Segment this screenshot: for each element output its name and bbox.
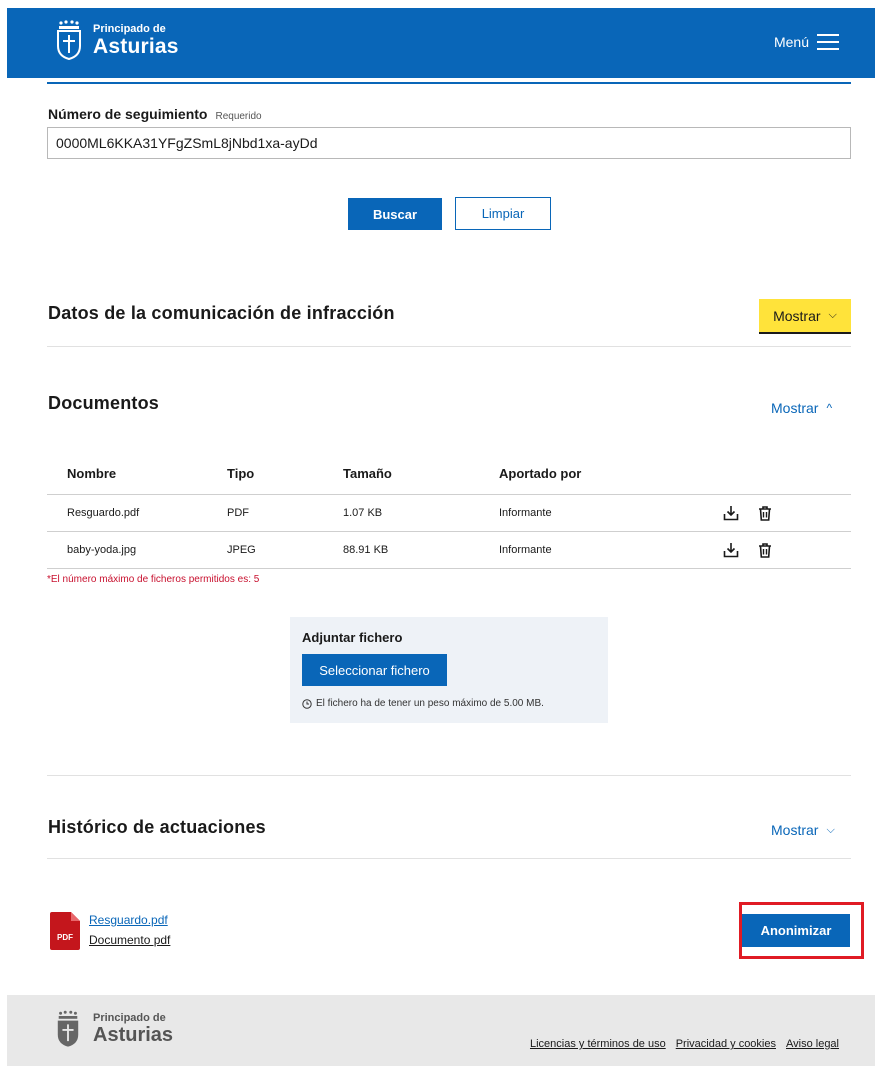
- download-icon[interactable]: [723, 542, 739, 558]
- anonimizar-button[interactable]: Anonimizar: [742, 914, 850, 947]
- header-logo[interactable]: Principado de Asturias: [55, 20, 179, 60]
- buscar-button[interactable]: Buscar: [348, 198, 442, 230]
- cell-tipo: JPEG: [227, 531, 343, 569]
- menu-label: Menú: [773, 34, 809, 50]
- hamburger-icon: [817, 34, 839, 50]
- footer-link-licencias[interactable]: Licencias y términos de uso: [530, 1038, 666, 1050]
- header-divider: [47, 82, 851, 84]
- documentos-show-toggle[interactable]: Mostrar ^: [771, 400, 832, 416]
- tracking-number-input[interactable]: [47, 127, 851, 159]
- footer-link-aviso[interactable]: Aviso legal: [786, 1038, 839, 1050]
- historico-toggle-label: Mostrar: [771, 822, 819, 838]
- pdf-badge: PDF: [57, 933, 73, 942]
- table-header-row: Nombre Tipo Tamaño Aportado por: [47, 454, 851, 495]
- cell-tamano: 1.07 KB: [343, 494, 499, 532]
- page: Principado de Asturias Menú Número de se…: [7, 8, 875, 1066]
- footer-logo[interactable]: Principado de Asturias: [55, 1010, 173, 1048]
- upload-title: Adjuntar fichero: [302, 630, 403, 645]
- upload-panel: Adjuntar fichero Seleccionar fichero El …: [290, 617, 608, 723]
- tracking-label: Número de seguimiento: [48, 106, 208, 122]
- logo-small-text: Principado de: [93, 22, 166, 35]
- table-row: baby-yoda.jpg JPEG 88.91 KB Informante: [47, 531, 851, 569]
- section-divider: [47, 858, 851, 859]
- footer-links: Licencias y términos de uso Privacidad y…: [520, 1038, 839, 1050]
- cell-nombre: Resguardo.pdf: [47, 494, 227, 532]
- historico-show-toggle[interactable]: Mostrar ⌵: [771, 822, 835, 838]
- section-divider: [47, 346, 851, 347]
- logo-big-text: Asturias: [93, 34, 179, 58]
- documento-link[interactable]: Documento pdf: [89, 933, 170, 947]
- cell-aportado: Informante: [499, 531, 705, 569]
- site-footer: Principado de Asturias Licencias y térmi…: [7, 995, 875, 1066]
- documentos-toggle-label: Mostrar: [771, 400, 819, 416]
- footer-link-privacidad[interactable]: Privacidad y cookies: [676, 1038, 776, 1050]
- column-header-aportado: Aportado por: [499, 454, 705, 495]
- chevron-down-icon: ⌵: [828, 309, 837, 321]
- site-header: Principado de Asturias Menú: [7, 8, 875, 78]
- limpiar-button[interactable]: Limpiar: [455, 197, 551, 230]
- column-header-tipo: Tipo: [227, 454, 343, 495]
- resguardo-link[interactable]: Resguardo.pdf: [89, 913, 168, 927]
- required-label: Requerido: [215, 111, 262, 122]
- infraccion-section-title: Datos de la comunicación de infracción: [48, 303, 395, 323]
- asturias-crest-icon: [57, 1010, 79, 1047]
- documents-table: Nombre Tipo Tamaño Aportado por Resguard…: [47, 454, 851, 569]
- asturias-crest-icon: [57, 20, 81, 60]
- cell-nombre: baby-yoda.jpg: [47, 531, 227, 569]
- infraccion-show-toggle[interactable]: Mostrar ⌵: [759, 299, 851, 334]
- chevron-down-icon: ⌵: [826, 823, 835, 836]
- trash-icon[interactable]: [757, 542, 773, 558]
- upload-hint: El fichero ha de tener un peso máximo de…: [302, 698, 544, 709]
- section-divider: [47, 775, 851, 776]
- select-file-button[interactable]: Seleccionar fichero: [302, 654, 447, 686]
- clock-icon: [302, 698, 312, 709]
- trash-icon[interactable]: [757, 505, 773, 521]
- infraccion-toggle-label: Mostrar: [773, 307, 821, 324]
- cell-tipo: PDF: [227, 494, 343, 532]
- chevron-up-icon: ^: [826, 401, 833, 415]
- column-header-nombre: Nombre: [47, 454, 227, 495]
- column-header-tamano: Tamaño: [343, 454, 499, 495]
- footer-logo-small-text: Principado de: [93, 1012, 166, 1024]
- table-row: Resguardo.pdf PDF 1.07 KB Informante: [47, 494, 851, 532]
- cell-aportado: Informante: [499, 494, 705, 532]
- historico-section-title: Histórico de actuaciones: [48, 817, 266, 837]
- max-files-note: *El número máximo de ficheros permitidos…: [47, 574, 260, 585]
- cell-tamano: 88.91 KB: [343, 531, 499, 569]
- documentos-section-title: Documentos: [48, 393, 160, 413]
- download-icon[interactable]: [723, 505, 739, 521]
- upload-hint-text: El fichero ha de tener un peso máximo de…: [316, 698, 544, 709]
- tracking-label-row: Número de seguimiento Requerido: [48, 106, 262, 122]
- pdf-file-icon: PDF: [50, 912, 80, 950]
- footer-logo-big-text: Asturias: [93, 1024, 174, 1046]
- menu-button[interactable]: Menú: [774, 34, 839, 50]
